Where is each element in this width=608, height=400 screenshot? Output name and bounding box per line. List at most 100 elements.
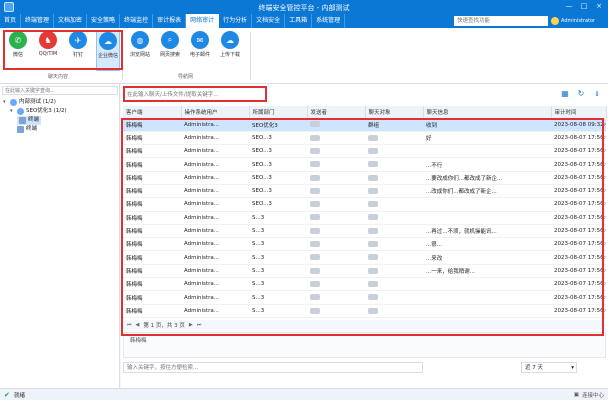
table-cell	[365, 277, 423, 292]
table-row[interactable]: 韩梅梅 Administra... SEO...3 ...改成你们...都改成了新企.…	[123, 184, 606, 199]
table-cell: 2023-08-07 17:56:00	[551, 277, 606, 292]
menu-search-input[interactable]	[454, 16, 548, 26]
table-row[interactable]: 韩梅梅 Administra... SEO...3 ...要改成你们...都改成了新企…	[123, 171, 606, 185]
menu-item[interactable]: 文档加密	[54, 14, 88, 28]
table-row[interactable]: 韩梅梅 Administra... S...3 ...一来，给我稍谢... 2023-0…	[123, 264, 606, 279]
days-select[interactable]: 近 7 天 ▾	[521, 362, 577, 373]
computer-icon	[19, 117, 26, 124]
ribbon-button[interactable]: ☁ 上传下载	[218, 31, 242, 71]
computer-icon	[17, 126, 24, 133]
content-search-input[interactable]	[125, 90, 263, 100]
expand-arrow-icon[interactable]: ▾	[10, 107, 15, 116]
last-page-button[interactable]: ⏭	[197, 322, 202, 328]
check-icon: ✔	[4, 390, 10, 399]
table-cell: 韩梅梅	[123, 224, 181, 239]
table-row[interactable]: 韩梅梅Administra...S...3 2023-08-07 17:56:00	[123, 290, 606, 305]
main-panel: ▦ ↻ ⭳ 客户端操作系统用户所属部门发送者聊天对象聊天信息审计时间 韩梅梅Ad…	[121, 84, 608, 388]
column-header[interactable]: 所属部门	[249, 106, 308, 119]
close-button[interactable]: ×	[593, 1, 605, 12]
column-header[interactable]: 审计时间	[551, 106, 607, 119]
group-divider	[122, 32, 123, 80]
table-cell: Administra...	[181, 304, 249, 318]
export-icon[interactable]: ⭳	[592, 89, 602, 99]
table-row[interactable]: 韩梅梅Administra...S...3 2023-08-07 17:56:00	[123, 277, 606, 292]
menu-item[interactable]: 审计报表	[153, 14, 187, 28]
next-page-button[interactable]: ▶	[189, 322, 193, 328]
menu-item[interactable]: 工具箱	[285, 14, 313, 28]
column-header[interactable]: 客户端	[123, 106, 182, 119]
first-page-button[interactable]: ⏮	[127, 322, 132, 328]
menu-item[interactable]: 首页	[0, 14, 22, 28]
tree-item[interactable]: ▾ 内部测试 (1/2)	[3, 98, 56, 107]
redacted-block	[310, 187, 320, 194]
ribbon-button[interactable]: ✆ 微信	[6, 31, 30, 71]
status-text: 就绪	[14, 393, 26, 399]
table-row[interactable]: 韩梅梅 Administra... SEO...3 好 2023-08-07 17:56…	[123, 131, 606, 146]
tree-item[interactable]: 终端	[17, 125, 37, 134]
table-row[interactable]: 韩梅梅 Administra... SEO优化3 群组 收到 2023-08-08 09:…	[123, 118, 606, 132]
column-header[interactable]: 聊天信息	[423, 106, 552, 119]
table-cell: 韩梅梅	[123, 250, 181, 265]
tree-search-input[interactable]	[2, 86, 118, 95]
ribbon-button[interactable]: ♞ QQ/TIM	[36, 31, 60, 71]
table-cell: ...很...	[423, 237, 551, 252]
wecom-icon: ☁	[99, 32, 117, 50]
tree-item-label: 终端	[28, 117, 40, 123]
table-row[interactable]: 韩梅梅 Administra... SEO...3 2023-08-07 17:56:…	[123, 197, 606, 212]
redacted-block	[310, 174, 320, 181]
tree-item[interactable]: 终端	[17, 116, 42, 125]
column-header[interactable]: 聊天对象	[365, 106, 424, 119]
menu-item[interactable]: 文档安全	[252, 14, 286, 28]
refresh-icon[interactable]: ↻	[576, 89, 586, 99]
menu-item[interactable]: 行为分析	[219, 14, 253, 28]
menu-item[interactable]: 终端监控	[120, 14, 154, 28]
prev-page-button[interactable]: ◀	[136, 322, 140, 328]
table-row[interactable]: 韩梅梅 Administra... SEO...3 ...不行 2023-08-07 1…	[123, 157, 606, 172]
grid-view-icon[interactable]: ▦	[560, 89, 570, 99]
table-cell: S...3	[249, 264, 307, 279]
table-cell	[365, 224, 423, 239]
tree-item[interactable]: ▾ SEO优化3 (1/2)	[10, 107, 67, 116]
table-cell: Administra...	[181, 277, 249, 292]
menu-item[interactable]: 安全策略	[87, 14, 121, 28]
menu-item[interactable]: 系统管理	[312, 14, 346, 28]
column-header[interactable]: 操作系统用户	[181, 106, 250, 119]
ribbon-button[interactable]: ⌕ 网页搜索	[158, 31, 182, 71]
table-cell: 2023-08-07 17:56:00	[551, 237, 606, 252]
redacted-block	[310, 241, 320, 248]
table-row[interactable]: 韩梅梅Administra...S...3 2023-08-07 17:56:00	[123, 304, 606, 318]
table-cell	[423, 211, 551, 225]
title-bar: 终端安全管控平台 - 内部测试 — □ ×	[0, 0, 608, 14]
maximize-button[interactable]: □	[578, 1, 590, 12]
ribbon-button[interactable]: ◍ 浏览网站	[128, 31, 152, 71]
table-cell: Administra...	[181, 211, 249, 225]
table-row[interactable]: 韩梅梅 Administra... S...3 ...再过...不须，就机操能讯...…	[123, 224, 606, 239]
user-info[interactable]: Administrator	[551, 16, 605, 26]
redacted-block	[310, 267, 320, 274]
redacted-block	[310, 201, 320, 208]
tree-item-label: 终端	[26, 126, 38, 132]
group-icon	[10, 99, 17, 106]
table-row[interactable]: 韩梅梅 Administra... S...3 ...很... 2023-08-07 1…	[123, 237, 606, 252]
ribbon-button[interactable]: ☁ 企业微信	[96, 31, 120, 71]
keyword-input[interactable]	[123, 362, 423, 373]
column-header[interactable]: 发送者	[307, 106, 366, 119]
table-cell: Administra...	[181, 250, 249, 265]
table-row[interactable]: 韩梅梅 Administra... SEO...3 2023-08-07 17:56:…	[123, 144, 606, 159]
menu-item[interactable]: 网络审计	[186, 14, 220, 28]
web-search-icon: ⌕	[161, 31, 179, 49]
table-cell	[365, 250, 423, 265]
redacted-block	[368, 174, 378, 181]
menu-item[interactable]: 终端管理	[21, 14, 55, 28]
ribbon-button-label: 微信	[12, 52, 23, 58]
table-row[interactable]: 韩梅梅Administra...S...3 2023-08-07 17:56:00	[123, 211, 606, 225]
page-indicator: 第 1 页，共 3 页	[143, 323, 185, 329]
table-row[interactable]: 韩梅梅 Administra... S...3 ...来改 2023-08-07 17:…	[123, 250, 606, 265]
expand-arrow-icon[interactable]: ▾	[3, 98, 8, 107]
table-cell	[423, 144, 551, 159]
minimize-button[interactable]: —	[563, 1, 575, 12]
ribbon-button[interactable]: ✈ 钉钉	[66, 31, 90, 71]
group-divider	[250, 32, 251, 80]
table-cell	[307, 290, 365, 305]
ribbon-button[interactable]: ✉ 电子邮件	[188, 31, 212, 71]
